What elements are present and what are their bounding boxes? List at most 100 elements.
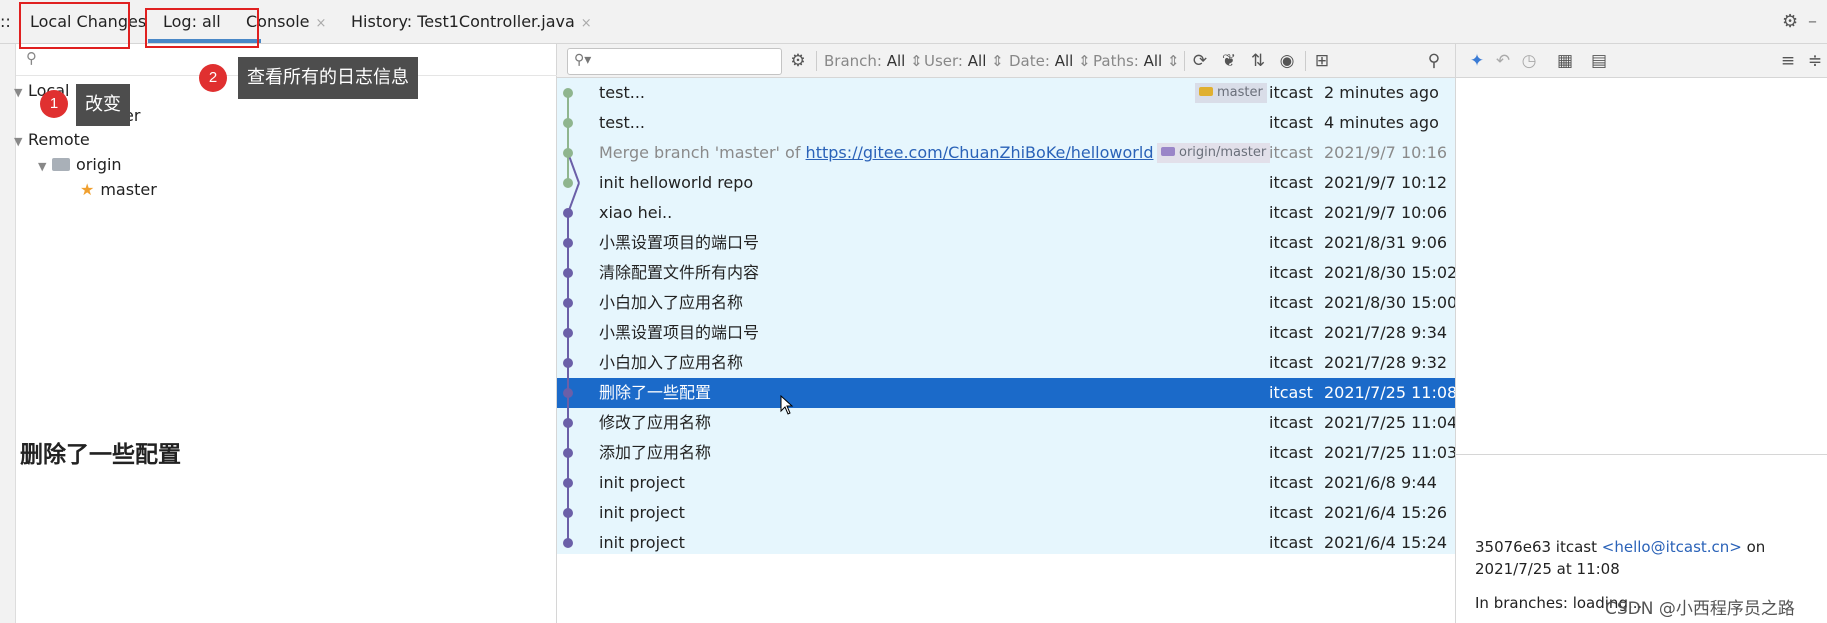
annotation-callout-2: 查看所有的日志信息	[238, 57, 418, 99]
tree-remote-master-label: master	[100, 180, 157, 199]
commit-row[interactable]: 添加了应用名称 itcast 2021/7/25 11:03	[557, 438, 1458, 468]
tab-history-label: History: Test1Controller.java	[351, 12, 575, 31]
watermark: CSDN @小西程序员之路	[1605, 599, 1795, 619]
commit-row[interactable]: 小黑设置项目的端口号 itcast 2021/8/31 9:06	[557, 228, 1455, 258]
commit-date: 2021/7/25 11:04	[1324, 413, 1458, 432]
commit-row[interactable]: 删除了一些配置 itcast 2021/7/25 11:08	[557, 378, 1458, 408]
tree-remote-master[interactable]: ★ master	[80, 178, 157, 202]
commit-row[interactable]: 清除配置文件所有内容 itcast 2021/8/30 15:02	[557, 258, 1457, 288]
expand-triangle-icon[interactable]: ▼	[14, 130, 28, 154]
paths-filter-value: All	[1143, 52, 1163, 70]
grid-icon[interactable]: ▦	[1554, 44, 1576, 78]
mouse-cursor-icon	[780, 395, 794, 415]
commit-date: 2021/8/31 9:06	[1324, 233, 1448, 252]
commit-message: 小白加入了应用名称	[599, 293, 744, 312]
commit-node	[563, 538, 573, 548]
commit-message: init project	[599, 473, 685, 492]
tab-history[interactable]: History: Test1Controller.java ×	[351, 0, 592, 44]
log-search-input[interactable]: ⚲▾	[567, 48, 782, 75]
commit-node	[563, 328, 573, 338]
history-icon[interactable]: ◷	[1518, 44, 1540, 78]
commit-node	[563, 178, 573, 188]
tree-origin[interactable]: ▼ origin	[38, 153, 122, 177]
commit-message: 清除配置文件所有内容	[599, 263, 760, 282]
commit-row[interactable]: test... master itcast 2 minutes ago	[557, 78, 1455, 108]
commit-meta: 35076e63 itcast <hello@itcast.cn> on	[1475, 538, 1765, 556]
commit-row[interactable]: 修改了应用名称 itcast 2021/7/25 11:04	[557, 408, 1458, 438]
gear-icon[interactable]: ⚙	[1782, 0, 1798, 44]
sort-icon[interactable]: ⇅	[1247, 44, 1269, 78]
commit-message: init project	[599, 533, 685, 552]
close-icon[interactable]: ×	[316, 16, 327, 31]
commit-row[interactable]: 小黑设置项目的端口号 itcast 2021/7/28 9:34	[557, 318, 1455, 348]
search-icon[interactable]: ⚲	[1423, 44, 1445, 78]
commit-message: init project	[599, 503, 685, 522]
commit-datetime: 2021/7/25 at 11:08	[1475, 560, 1620, 578]
author-email-link[interactable]: <hello@itcast.cn>	[1602, 538, 1742, 556]
commit-title: 删除了一些配置	[20, 441, 181, 468]
annotation-badge-1: 1	[40, 90, 68, 118]
new-tab-icon[interactable]: ⊞	[1311, 44, 1333, 78]
commit-list[interactable]: test... master itcast 2 minutes ago test... i…	[557, 78, 1458, 554]
commit-author: itcast	[1269, 293, 1313, 312]
commit-author: itcast	[1269, 533, 1313, 552]
commit-node	[563, 88, 573, 98]
commit-message-link[interactable]: https://gitee.com/ChuanZhiBoKe/helloworl…	[806, 143, 1154, 162]
commit-date: 2021/7/25 11:03	[1324, 443, 1458, 462]
commit-row[interactable]: init project itcast 2021/6/4 15:26	[557, 498, 1455, 528]
commit-node	[563, 358, 573, 368]
commit-row[interactable]: init helloworld repo itcast 2021/9/7 10:12	[557, 168, 1455, 198]
commit-message: test...	[599, 113, 645, 132]
commit-message: 小白加入了应用名称	[599, 353, 744, 372]
commit-author: itcast	[1269, 143, 1313, 162]
log-toolbar: ⚲▾ ⚙ Branch: All ⇕ User: All ⇕ Date: All…	[557, 44, 1455, 78]
commit-node	[563, 478, 573, 488]
eye-icon[interactable]: ◉	[1276, 44, 1298, 78]
commit-node	[563, 508, 573, 518]
commit-row[interactable]: xiao hei.. itcast 2021/9/7 10:06	[557, 198, 1455, 228]
details-divider	[1456, 454, 1827, 455]
commit-node	[563, 238, 573, 248]
commit-row[interactable]: test... itcast 4 minutes ago	[557, 108, 1455, 138]
refresh-icon[interactable]: ⟳	[1189, 44, 1211, 78]
commit-author: itcast	[1269, 383, 1313, 402]
tag-icon	[1199, 87, 1213, 96]
commit-row[interactable]: 小白加入了应用名称 itcast 2021/7/28 9:32	[557, 348, 1455, 378]
minimize-icon[interactable]: –	[1808, 0, 1817, 44]
collapse-all-icon[interactable]: ≑	[1804, 44, 1826, 78]
date-filter[interactable]: Date: All ⇕	[1009, 44, 1091, 78]
commit-node	[563, 388, 573, 398]
expand-triangle-icon[interactable]: ▼	[14, 81, 28, 105]
cherry-pick-icon[interactable]: ❦	[1218, 44, 1240, 78]
date-filter-label: Date:	[1009, 52, 1050, 70]
highlight-icon[interactable]: ✦	[1466, 44, 1488, 78]
commit-node	[563, 208, 573, 218]
commit-row[interactable]: init project itcast 2021/6/8 9:44	[557, 468, 1455, 498]
commit-author: itcast	[1269, 173, 1313, 192]
commit-author: itcast	[1269, 233, 1313, 252]
layout-icon[interactable]: ▤	[1588, 44, 1610, 78]
branch-filter[interactable]: Branch: All ⇕	[824, 44, 923, 78]
close-icon[interactable]: ×	[581, 16, 592, 31]
commit-author: itcast	[1269, 473, 1313, 492]
commit-message: 添加了应用名称	[599, 443, 712, 462]
paths-filter[interactable]: Paths: All ⇕	[1093, 44, 1180, 78]
commit-message: xiao hei..	[599, 203, 673, 222]
commit-date: 2021/7/28 9:32	[1324, 353, 1448, 372]
commit-author: itcast	[1269, 503, 1313, 522]
commit-row[interactable]: 小白加入了应用名称 itcast 2021/8/30 15:00	[557, 288, 1457, 318]
tree-remote[interactable]: ▼ Remote	[14, 128, 90, 152]
branch-filter-label: Branch:	[824, 52, 882, 70]
expand-triangle-icon[interactable]: ▼	[38, 155, 52, 179]
settings-icon[interactable]: ⚙	[787, 44, 809, 78]
commit-row[interactable]: Merge branch 'master' of https://gitee.c…	[557, 138, 1455, 168]
user-filter[interactable]: User: All ⇕	[924, 44, 1004, 78]
branch-ref-label: master	[1195, 83, 1267, 103]
branch-filter-value: All	[886, 52, 906, 70]
commit-date: 2021/7/25 11:08	[1324, 383, 1458, 402]
undo-icon[interactable]: ↶	[1492, 44, 1514, 78]
commit-author: itcast	[1269, 413, 1313, 432]
commit-row[interactable]: init project itcast 2021/6/4 15:24	[557, 528, 1455, 558]
commit-author: itcast	[1269, 203, 1313, 222]
expand-all-icon[interactable]: ≡	[1777, 44, 1799, 78]
